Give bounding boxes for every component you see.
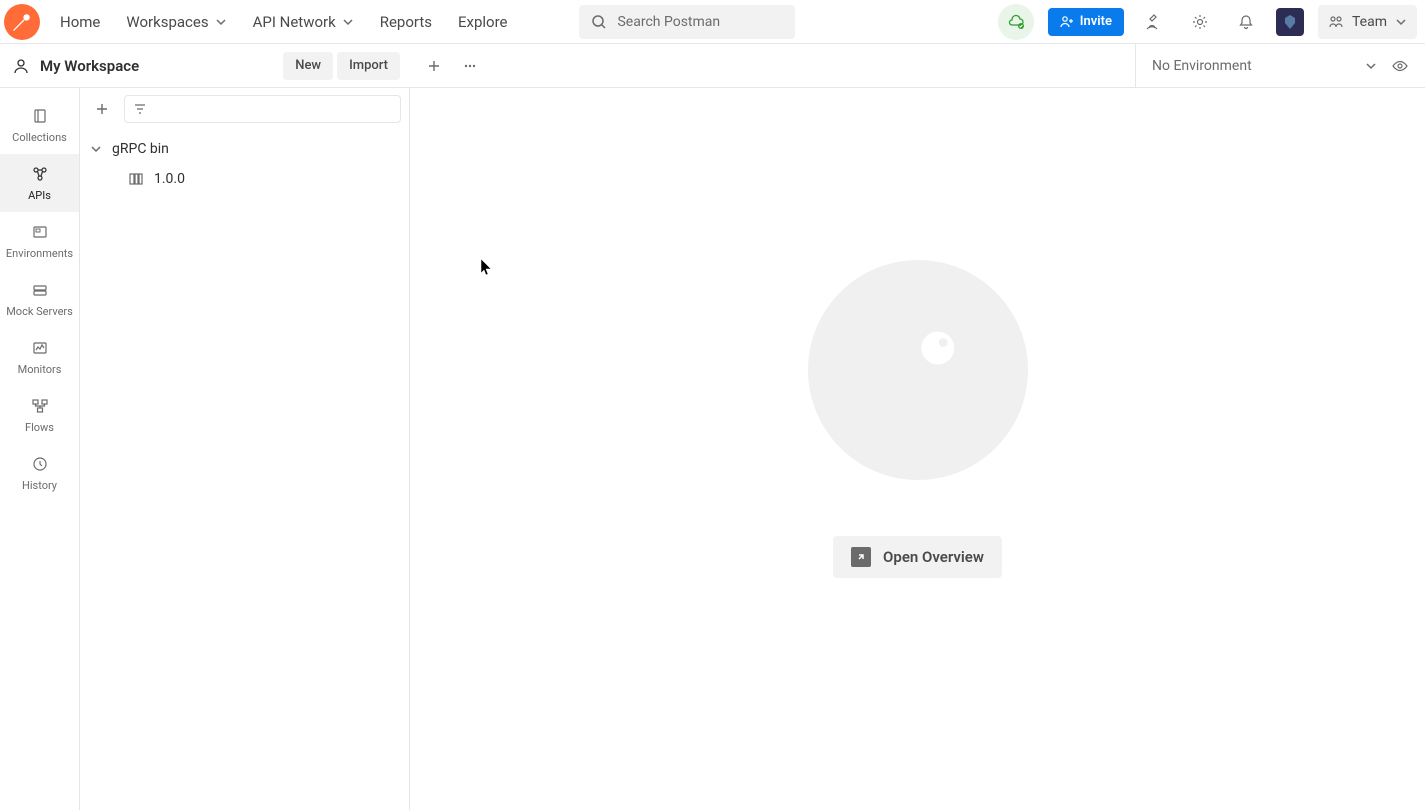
empty-state-graphic <box>808 260 1028 480</box>
nav-api-network-label: API Network <box>253 13 336 31</box>
new-tab-button[interactable] <box>422 54 446 78</box>
search-icon <box>591 14 607 30</box>
chevron-down-icon[interactable] <box>1365 60 1377 72</box>
user-avatar[interactable] <box>1276 8 1304 36</box>
nav-api-network[interactable]: API Network <box>241 5 366 39</box>
app-header: Home Workspaces API Network Reports Expl… <box>0 0 1425 44</box>
mock-servers-icon <box>31 281 49 299</box>
search-input[interactable]: Search Postman <box>579 5 795 39</box>
postman-icon <box>11 11 33 33</box>
rail-history[interactable]: History <box>0 444 79 502</box>
side-panel: gRPC bin 1.0.0 <box>80 88 410 810</box>
cloud-synced-icon <box>1006 12 1026 32</box>
filter-icon <box>133 102 147 116</box>
api-tree: gRPC bin 1.0.0 <box>80 130 409 194</box>
settings-button[interactable] <box>1184 6 1216 38</box>
environments-icon <box>31 223 49 241</box>
eye-icon[interactable] <box>1391 57 1409 75</box>
chevron-down-icon <box>342 16 354 28</box>
nav-workspaces-label: Workspaces <box>126 13 208 31</box>
version-icon <box>128 171 144 187</box>
satellite-icon <box>1145 13 1163 31</box>
new-button[interactable]: New <box>283 52 333 80</box>
postman-placeholder-icon <box>863 315 973 425</box>
postman-logo[interactable] <box>4 4 40 40</box>
create-api-button[interactable] <box>88 95 116 123</box>
rail-mock-servers-label: Mock Servers <box>6 305 73 318</box>
side-toolbar <box>80 88 409 130</box>
monitors-icon <box>31 339 49 357</box>
bell-icon <box>1237 13 1255 31</box>
rail-flows[interactable]: Flows <box>0 386 79 444</box>
rail-mock-servers[interactable]: Mock Servers <box>0 270 79 328</box>
search-container: Search Postman <box>579 5 795 39</box>
nav-reports[interactable]: Reports <box>368 5 444 39</box>
collections-icon <box>31 107 49 125</box>
rail-history-label: History <box>22 479 57 492</box>
tree-version-row[interactable]: 1.0.0 <box>80 164 409 194</box>
invite-label: Invite <box>1080 14 1112 29</box>
history-icon <box>31 455 49 473</box>
open-overview-icon-wrap <box>851 547 871 567</box>
rail-collections-label: Collections <box>12 131 67 144</box>
rail-monitors[interactable]: Monitors <box>0 328 79 386</box>
rail-environments[interactable]: Environments <box>0 212 79 270</box>
chevron-down-icon <box>90 143 102 155</box>
chevron-down-icon <box>215 16 227 28</box>
workspace-bar: My Workspace New Import No Environment <box>0 44 1425 88</box>
tree-api-row[interactable]: gRPC bin <box>80 134 409 164</box>
nav-home[interactable]: Home <box>48 5 112 39</box>
environment-selector[interactable]: No Environment <box>1152 58 1365 74</box>
avatar-icon <box>1281 13 1299 31</box>
nav-explore[interactable]: Explore <box>446 5 520 39</box>
filter-input[interactable] <box>124 95 401 123</box>
tree-version-label: 1.0.0 <box>154 171 185 187</box>
plus-icon <box>94 101 110 117</box>
workspace-left: My Workspace New Import <box>0 52 410 80</box>
cursor-icon <box>480 258 494 276</box>
header-right: Invite Team <box>998 4 1417 40</box>
plus-icon <box>426 58 442 74</box>
person-plus-icon <box>1060 15 1074 29</box>
sync-status[interactable] <box>998 4 1034 40</box>
rail-monitors-label: Monitors <box>18 363 62 376</box>
chevron-down-icon <box>1395 16 1407 28</box>
workspace-name[interactable]: My Workspace <box>12 57 139 75</box>
capture-button[interactable] <box>1138 6 1170 38</box>
more-icon <box>462 58 478 74</box>
top-nav: Home Workspaces API Network Reports Expl… <box>48 5 519 39</box>
rail-collections[interactable]: Collections <box>0 96 79 154</box>
nav-workspaces[interactable]: Workspaces <box>114 5 238 39</box>
rail-flows-label: Flows <box>25 421 54 434</box>
invite-button[interactable]: Invite <box>1048 8 1124 36</box>
apis-icon <box>31 165 49 183</box>
team-label: Team <box>1352 14 1387 30</box>
tree-api-name: gRPC bin <box>112 141 169 157</box>
open-overview-label: Open Overview <box>883 548 984 566</box>
rail-apis-label: APIs <box>28 189 51 202</box>
app-body: Collections APIs Environments Mock Serve… <box>0 88 1425 810</box>
gear-icon <box>1191 13 1209 31</box>
import-button[interactable]: Import <box>337 52 400 80</box>
sidebar-rail: Collections APIs Environments Mock Serve… <box>0 88 80 810</box>
rail-environments-label: Environments <box>6 247 73 260</box>
people-icon <box>1328 14 1344 30</box>
tab-options-button[interactable] <box>458 54 482 78</box>
search-placeholder: Search Postman <box>617 14 720 30</box>
rail-apis[interactable]: APIs <box>0 154 79 212</box>
arrow-out-icon <box>855 551 867 563</box>
notifications-button[interactable] <box>1230 6 1262 38</box>
workspace-actions: New Import <box>283 52 400 80</box>
workspace-name-label: My Workspace <box>40 57 139 75</box>
team-dropdown[interactable]: Team <box>1318 5 1417 39</box>
main-area: Open Overview <box>410 88 1425 810</box>
person-icon <box>12 57 30 75</box>
flows-icon <box>31 397 49 415</box>
open-overview-button[interactable]: Open Overview <box>833 536 1002 578</box>
environment-area: No Environment <box>1135 44 1425 87</box>
tab-area <box>410 54 1135 78</box>
